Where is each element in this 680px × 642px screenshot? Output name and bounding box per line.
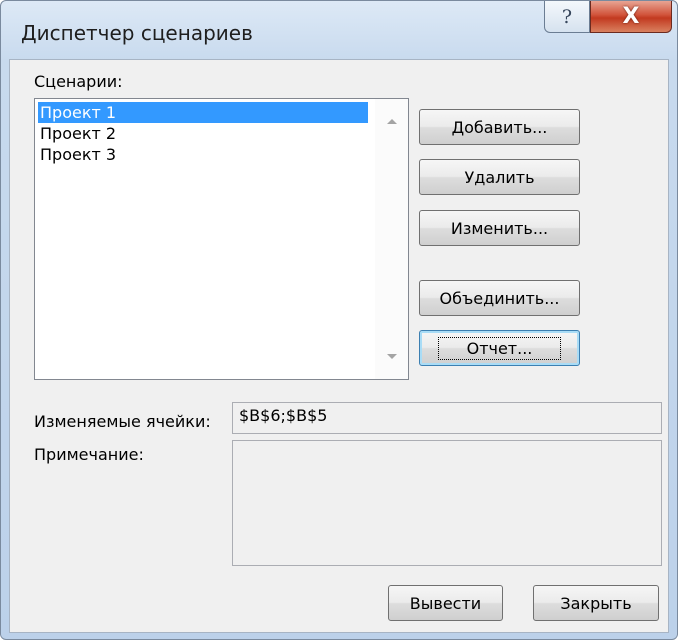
close-icon: X xyxy=(622,4,640,29)
add-button[interactable]: Добавить... xyxy=(419,109,580,145)
dialog-body: Сценарии: Проект 1 Проект 2 Проект 3 Доб… xyxy=(9,59,669,633)
scenarios-label: Сценарии: xyxy=(34,72,123,91)
title-bar[interactable]: Диспетчер сценариев ? X xyxy=(1,1,677,61)
comment-label: Примечание: xyxy=(34,445,144,464)
list-scrollbar[interactable] xyxy=(375,99,408,379)
changing-cells-field[interactable]: $B$6;$B$5 xyxy=(232,402,662,434)
merge-button[interactable]: Объединить... xyxy=(419,280,580,316)
show-button[interactable]: Вывести xyxy=(388,585,503,621)
edit-button[interactable]: Изменить... xyxy=(419,210,580,246)
report-button-label: Отчет... xyxy=(437,336,562,360)
scenario-manager-dialog: Диспетчер сценариев ? X Сценарии: Проект… xyxy=(0,0,678,640)
dialog-title: Диспетчер сценариев xyxy=(21,21,253,45)
list-item-scenario-2[interactable]: Проект 2 xyxy=(38,123,368,144)
scroll-up-icon[interactable] xyxy=(387,119,397,124)
report-button[interactable]: Отчет... xyxy=(419,330,580,366)
scroll-down-icon[interactable] xyxy=(387,354,397,359)
window-close-button[interactable]: X xyxy=(590,1,672,33)
changing-cells-label: Изменяемые ячейки: xyxy=(34,412,211,431)
close-button[interactable]: Закрыть xyxy=(533,585,659,621)
delete-button[interactable]: Удалить xyxy=(419,159,580,195)
help-button[interactable]: ? xyxy=(544,1,590,33)
list-item-scenario-1[interactable]: Проект 1 xyxy=(38,102,368,123)
scenarios-listbox[interactable]: Проект 1 Проект 2 Проект 3 xyxy=(34,98,409,380)
help-icon: ? xyxy=(561,5,573,28)
list-item-scenario-3[interactable]: Проект 3 xyxy=(38,144,368,165)
comment-field[interactable] xyxy=(232,440,662,566)
